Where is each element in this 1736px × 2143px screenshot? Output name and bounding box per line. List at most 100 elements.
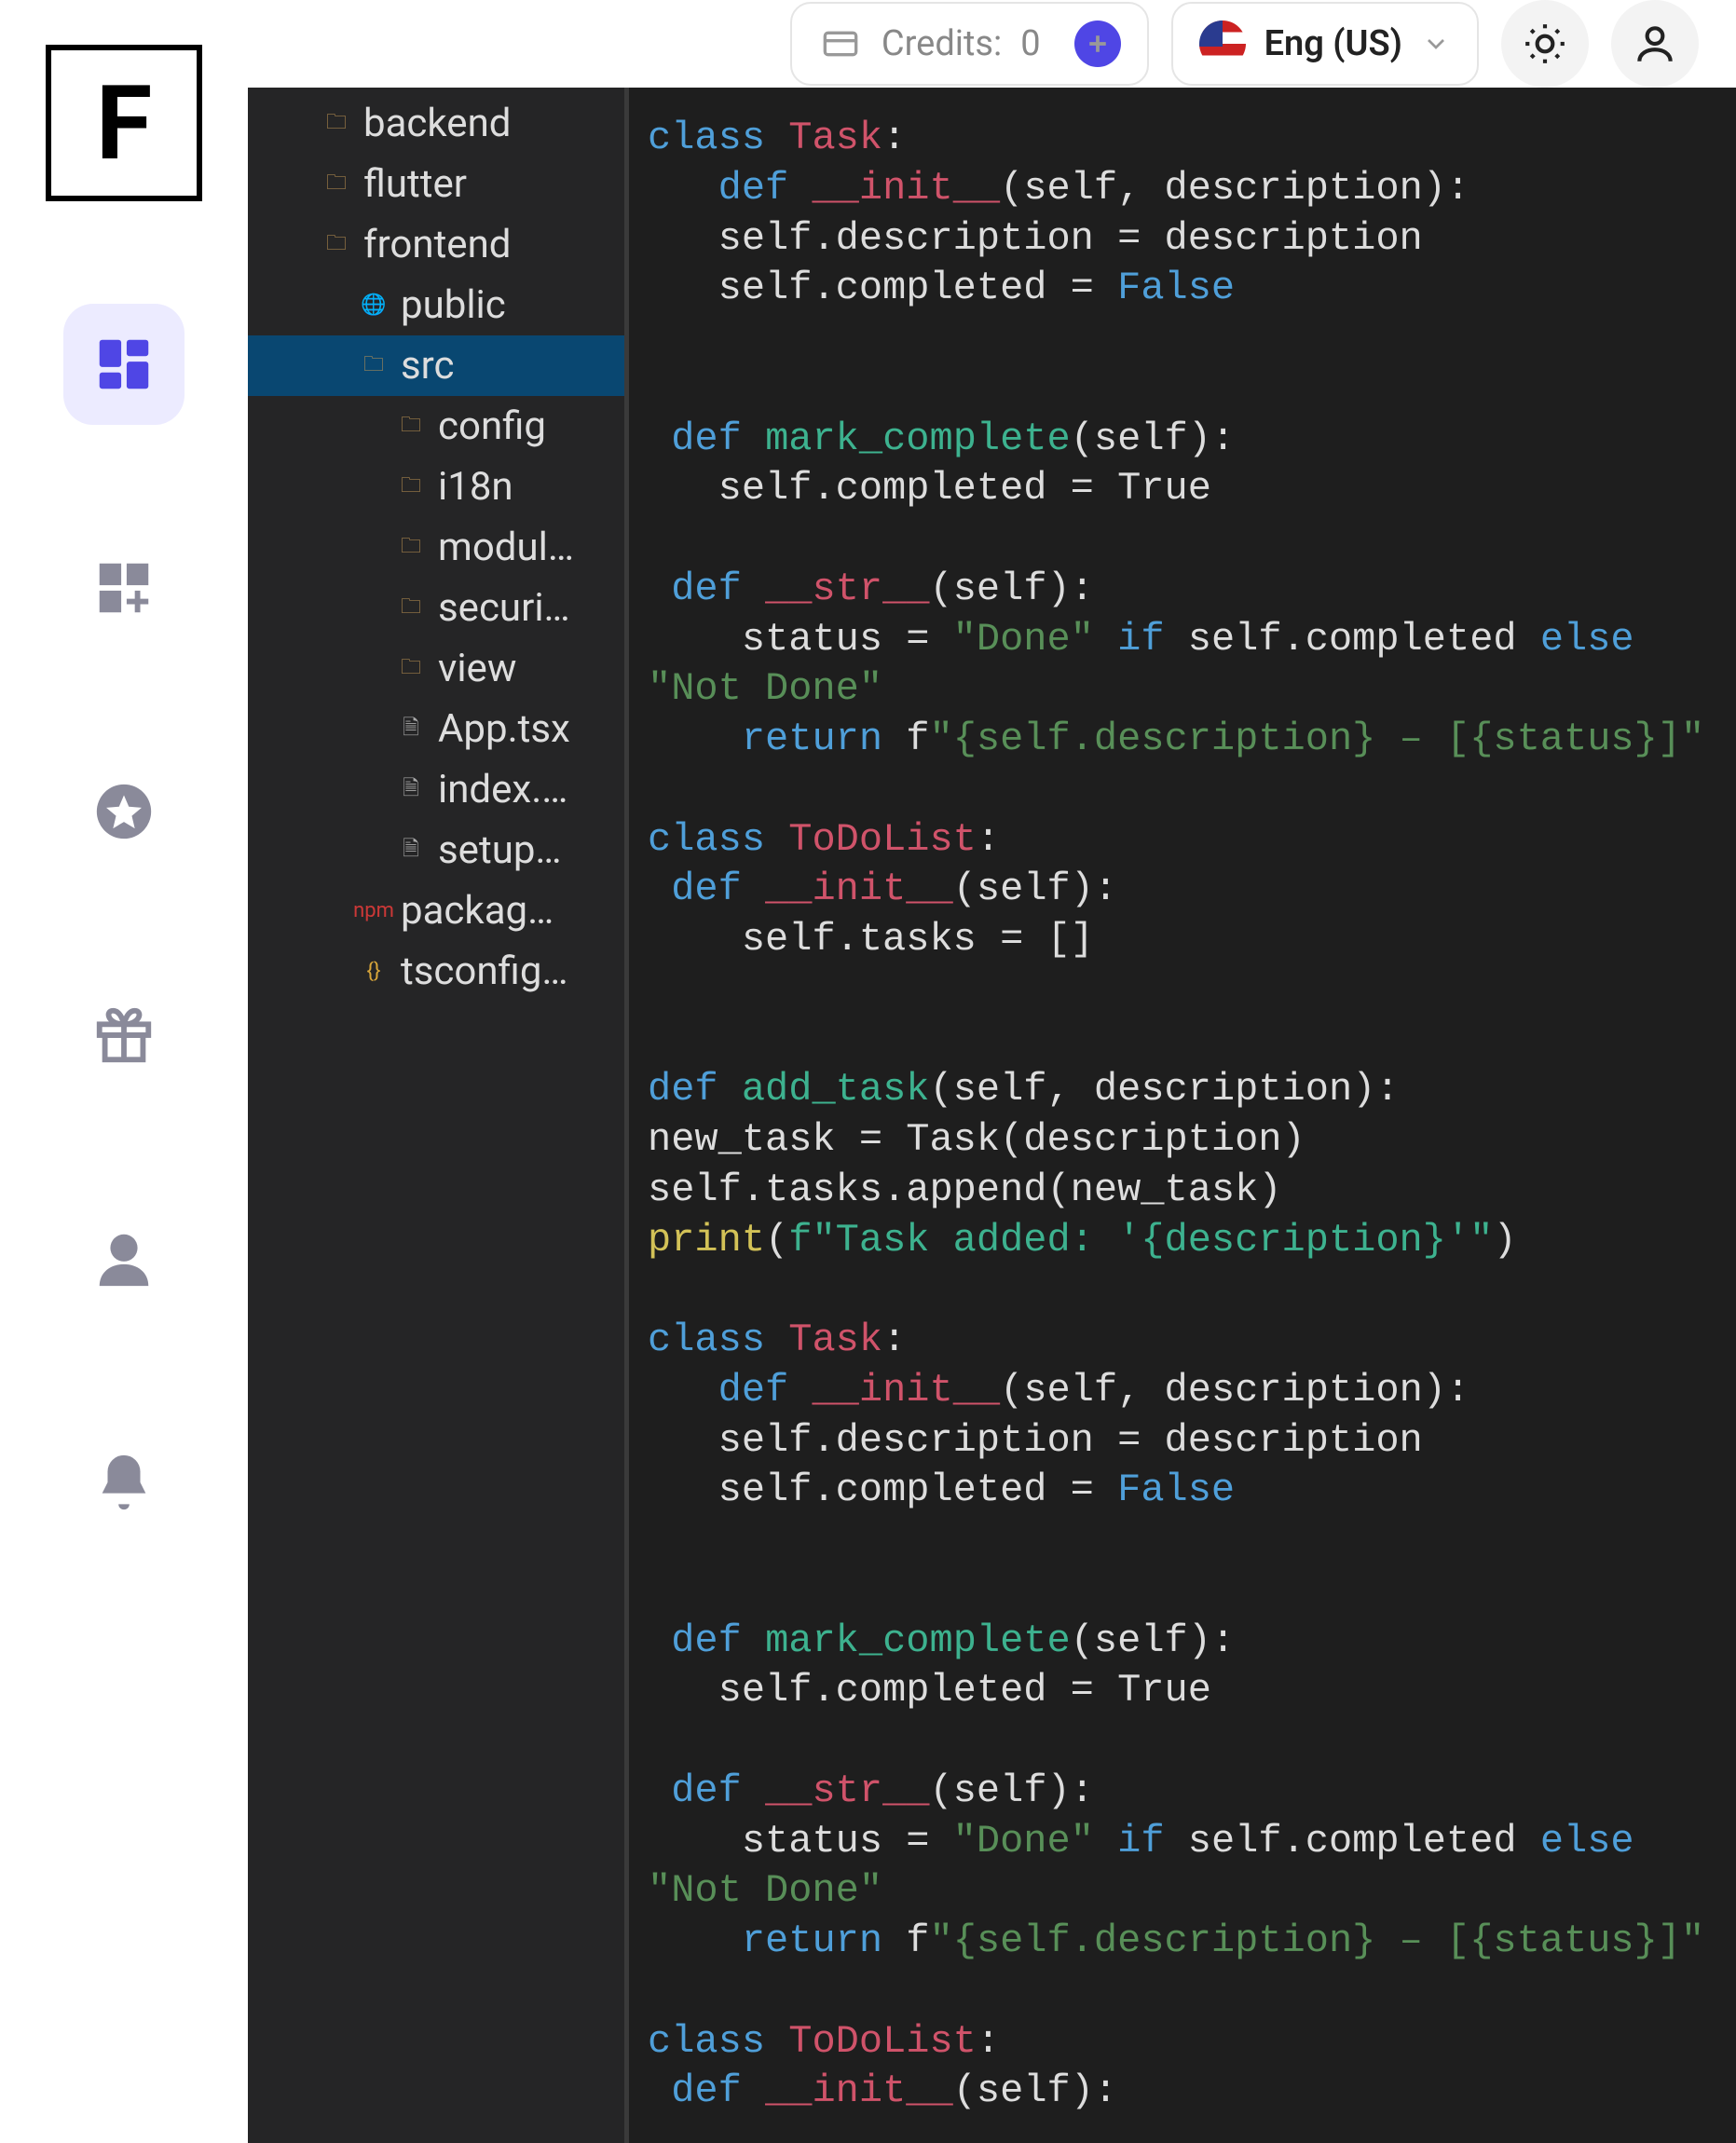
code-line: self.description = description (648, 214, 1717, 265)
code-line (648, 514, 1717, 565)
tree-item-src[interactable]: 🗀 src (248, 335, 624, 396)
file-icon: 🗎 (397, 833, 425, 868)
folder-icon: 🗀 (397, 409, 425, 444)
code-line (648, 364, 1717, 415)
code-line: status = "Done" if self.completed else "… (648, 1817, 1717, 1918)
flag-us-icon (1199, 20, 1246, 67)
tree-item-label: setup… (438, 827, 562, 873)
user-icon (1632, 20, 1678, 67)
add-panel-nav-item[interactable] (63, 527, 185, 648)
code-line: print(f"Task added: '{description}'") (648, 1216, 1717, 1266)
language-selector[interactable]: Eng (US) (1171, 2, 1479, 86)
public-folder-icon: 🌐 (360, 293, 388, 317)
code-line (648, 965, 1717, 1016)
tree-item-config[interactable]: 🗀 config (248, 396, 624, 457)
code-line (648, 765, 1717, 815)
code-line (648, 1967, 1717, 2017)
code-line (648, 1016, 1717, 1066)
code-line: self.completed = False (648, 264, 1717, 314)
folder-icon: 🗀 (360, 348, 388, 384)
tree-item-label: frontend (363, 222, 511, 267)
code-line: return f"{self.description} – [{status}]… (648, 1917, 1717, 1967)
code-line: def __init__(self, description): (648, 164, 1717, 214)
dashboard-icon (91, 332, 157, 397)
tree-item-backend[interactable]: 🗀backend (248, 93, 624, 154)
theme-toggle-button[interactable] (1501, 0, 1589, 88)
nav-icons (63, 304, 185, 1543)
user-menu-button[interactable] (1611, 0, 1699, 88)
tree-item-setup[interactable]: 🗎 setup… (248, 820, 624, 880)
dashboard-nav-item[interactable] (63, 304, 185, 425)
code-line: status = "Done" if self.completed else "… (648, 615, 1717, 716)
tree-item-public[interactable]: 🌐 public (248, 275, 624, 335)
code-line: return f"{self.description} – [{status}]… (648, 715, 1717, 765)
tree-item-label: view (438, 646, 516, 691)
tree-item-packag[interactable]: npm packag… (248, 880, 624, 941)
tree-item-label: index.… (438, 767, 567, 812)
code-line: def mark_complete(self): (648, 415, 1717, 465)
code-line (648, 1516, 1717, 1566)
main: Credits: 0 Eng (US) 🗀backend🗀flutter🗀fro… (248, 0, 1736, 1979)
tree-item-securi[interactable]: 🗀securi… (248, 578, 624, 638)
tree-item-apptsx[interactable]: 🗎 App.tsx (248, 699, 624, 759)
code-line: self.description = description (648, 1416, 1717, 1467)
credit-card-icon (818, 25, 863, 62)
profile-nav-item[interactable] (63, 1198, 185, 1319)
workspace: 🗀backend🗀flutter🗀frontend🌐public🗀src🗀con… (248, 88, 1736, 2143)
bell-icon (91, 1450, 157, 1515)
code-line: self.completed = True (648, 1666, 1717, 1716)
folder-icon: 🗀 (322, 227, 350, 263)
file-icon: 🗎 (397, 712, 425, 747)
code-line: def __init__(self, description): (648, 1366, 1717, 1416)
code-line: class Task: (648, 1316, 1717, 1366)
code-line: def __init__(self): (648, 2067, 1717, 2117)
file-tree[interactable]: 🗀backend🗀flutter🗀frontend🌐public🗀src🗀con… (248, 88, 624, 2143)
code-line: self.completed = True (648, 464, 1717, 514)
sun-icon (1522, 20, 1568, 67)
tree-item-flutter[interactable]: 🗀flutter (248, 154, 624, 214)
code-line: def mark_complete(self): (648, 1617, 1717, 1667)
tree-item-label: securi… (438, 585, 570, 631)
logo[interactable]: F (46, 45, 202, 201)
add-panel-icon (91, 555, 157, 621)
gift-nav-item[interactable] (63, 975, 185, 1096)
tree-item-label: config (438, 403, 546, 449)
code-line: self.tasks.append(new_task) (648, 1166, 1717, 1216)
star-icon (91, 779, 157, 844)
folder-icon: 🗀 (322, 167, 350, 202)
folder-icon: 🗀 (322, 106, 350, 142)
language-label: Eng (US) (1264, 23, 1402, 64)
json-icon: {} (360, 960, 388, 983)
tree-item-label: App.tsx (438, 706, 570, 752)
credits-label: Credits: (882, 23, 1002, 64)
code-line (648, 314, 1717, 364)
code-editor[interactable]: class Task: def __init__(self, descripti… (624, 88, 1736, 2143)
bell-nav-item[interactable] (63, 1422, 185, 1543)
add-credits-button[interactable] (1074, 20, 1121, 67)
tree-item-label: modul… (438, 525, 574, 570)
tree-item-tsconfig[interactable]: {} tsconfig… (248, 941, 624, 1002)
tree-item-index[interactable]: 🗎index.… (248, 759, 624, 820)
code-line: new_task = Task(description) (648, 1115, 1717, 1166)
credits-value: 0 (1020, 23, 1040, 64)
profile-icon (91, 1226, 157, 1291)
tree-item-modul[interactable]: 🗀modul… (248, 517, 624, 578)
tree-item-i18n[interactable]: 🗀i18n (248, 457, 624, 517)
tree-item-label: tsconfig… (401, 949, 568, 994)
tree-item-frontend[interactable]: 🗀 frontend (248, 214, 624, 275)
folder-icon: 🗀 (397, 470, 425, 505)
code-line (648, 1716, 1717, 1767)
tree-item-label: public (401, 282, 506, 328)
chevron-down-icon (1421, 29, 1451, 59)
code-line: class ToDoList: (648, 2017, 1717, 2068)
npm-icon: npm (360, 899, 388, 922)
code-line: def add_task(self, description): (648, 1065, 1717, 1115)
folder-icon: 🗀 (397, 651, 425, 687)
tree-item-view[interactable]: 🗀 view (248, 638, 624, 699)
plus-icon (1084, 30, 1112, 58)
credits-pill[interactable]: Credits: 0 (790, 2, 1149, 86)
code-line: class ToDoList: (648, 815, 1717, 866)
star-nav-item[interactable] (63, 751, 185, 872)
tree-item-label: src (401, 343, 455, 389)
tree-item-label: packag… (401, 888, 554, 934)
